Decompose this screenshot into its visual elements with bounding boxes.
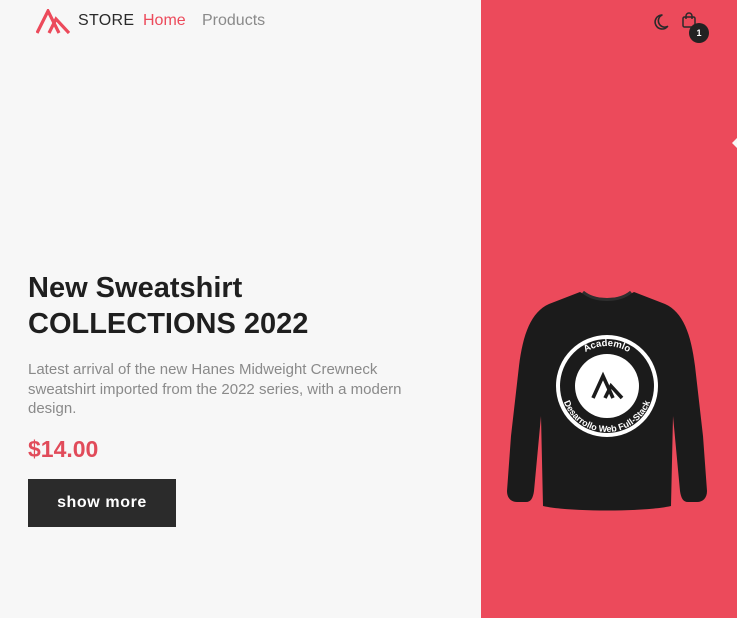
- hero-description: Latest arrival of the new Hanes Midweigh…: [28, 361, 402, 417]
- hero-title-line-2: COLLECTIONS 2022: [28, 308, 309, 340]
- cart-count-badge: 1: [689, 23, 709, 43]
- nav-products-link[interactable]: Products: [202, 12, 265, 30]
- store-logo-icon[interactable]: [36, 9, 70, 34]
- sweatshirt-image[interactable]: Academlo Desarrollo Web Full-Stack: [505, 286, 709, 518]
- cart-button[interactable]: 1: [682, 12, 709, 43]
- page: STORE Home Products 1 New Sweatshirt COL…: [0, 0, 737, 618]
- brand-name: STORE: [78, 12, 135, 29]
- header: STORE Home Products 1: [0, 0, 737, 46]
- hero-title: New Sweatshirt COLLECTIONS 2022: [28, 270, 448, 342]
- panel-notch: [732, 138, 737, 148]
- hero-title-line-1: New Sweatshirt: [28, 272, 243, 304]
- nav-home-link[interactable]: Home: [143, 12, 186, 30]
- product-price: $14.00: [28, 436, 99, 462]
- moon-icon[interactable]: [654, 12, 674, 32]
- show-more-button[interactable]: show more: [28, 479, 176, 527]
